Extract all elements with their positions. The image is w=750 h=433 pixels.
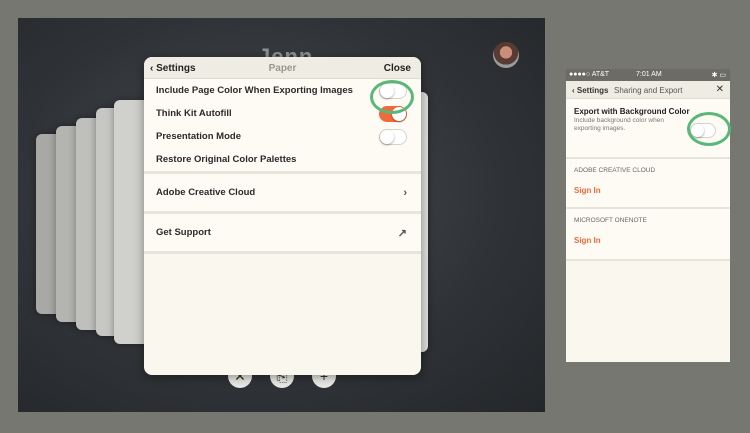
phone-nav-bar: ‹ Settings Sharing and Export ✕ (566, 81, 730, 99)
setting-label: Restore Original Color Palettes (156, 154, 297, 165)
popover-title: Paper (268, 63, 297, 74)
adobe-section: ADOBE CREATIVE CLOUD Sign In (566, 159, 730, 209)
setting-label: Presentation Mode (156, 131, 241, 142)
adobe-sign-in-link[interactable]: Sign In (574, 186, 722, 195)
restore-palettes-button[interactable]: Restore Original Color Palettes (144, 148, 421, 171)
setting-label: Adobe Creative Cloud (156, 187, 256, 198)
onenote-sign-in-link[interactable]: Sign In (574, 236, 722, 245)
settings-group-support: Get Support ↗ (144, 214, 421, 254)
close-icon[interactable]: ✕ (716, 84, 724, 95)
chevron-right-icon: › (403, 186, 407, 199)
highlight-ring (687, 112, 731, 146)
clock: 7:01 AM (636, 71, 662, 78)
phone-title: Sharing and Export (614, 86, 683, 95)
section-header: ADOBE CREATIVE CLOUD (574, 167, 656, 174)
setting-row-presentation: Presentation Mode (144, 125, 421, 148)
highlight-ring (370, 80, 414, 114)
close-button[interactable]: Close (384, 63, 411, 74)
presentation-toggle[interactable] (379, 128, 407, 145)
setting-label: Include Page Color When Exporting Images (156, 85, 353, 96)
popover-nav-bar: ‹ Settings Paper Close (144, 57, 421, 79)
settings-group-adobe: Adobe Creative Cloud › (144, 174, 421, 214)
back-button[interactable]: ‹ Settings (572, 86, 608, 95)
setting-label: Get Support (156, 227, 211, 238)
status-bar: ●●●●○ AT&T 7:01 AM ✱ ▭ (566, 69, 730, 81)
section-header: MICROSOFT ONENOTE (574, 217, 647, 224)
get-support-row[interactable]: Get Support ↗ (144, 214, 421, 251)
external-link-icon: ↗ (397, 227, 407, 239)
carrier-label: ●●●●○ AT&T (569, 71, 610, 78)
onenote-section: MICROSOFT ONENOTE Sign In (566, 209, 730, 261)
setting-description: Include background color when exporting … (574, 117, 664, 132)
adobe-creative-cloud-row[interactable]: Adobe Creative Cloud › (144, 174, 421, 211)
avatar[interactable] (493, 42, 519, 68)
battery-icon: ✱ ▭ (711, 72, 726, 79)
setting-label: Think Kit Autofill (156, 108, 232, 119)
